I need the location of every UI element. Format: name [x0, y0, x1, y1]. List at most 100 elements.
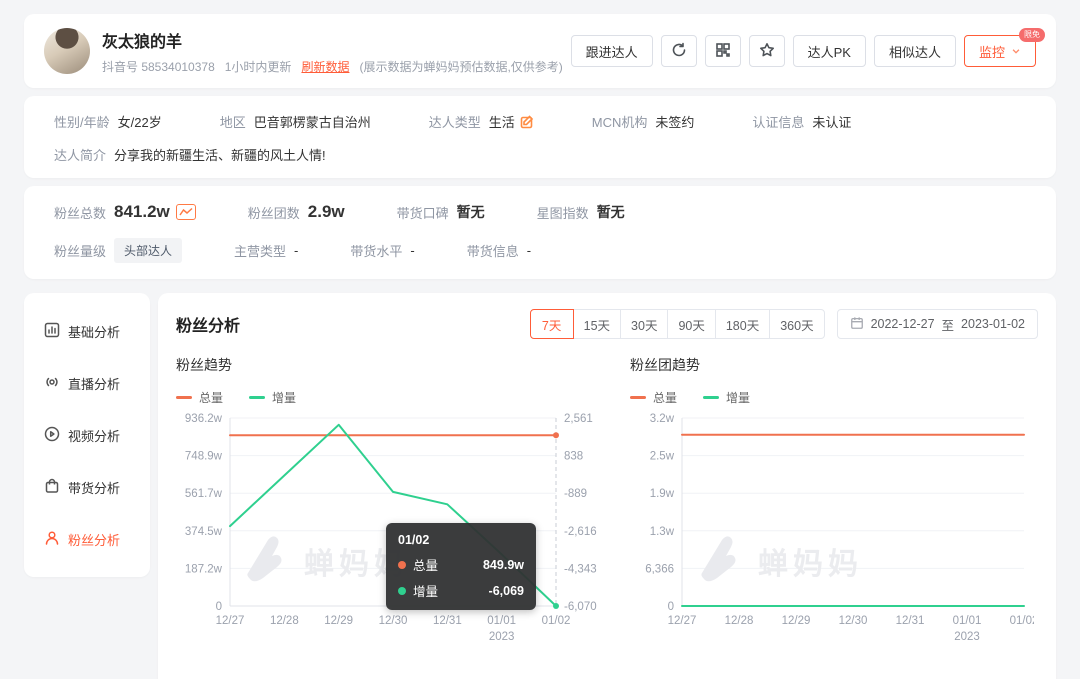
monitor-label: 监控 [978, 44, 1005, 60]
tooltip-row-total: 总量 849.9w [398, 555, 524, 574]
svg-text:0: 0 [668, 601, 674, 613]
stat-commerce-level: 带货水平 - [350, 241, 414, 260]
field-verification: 认证信息 未认证 [752, 112, 851, 131]
refresh-button[interactable] [660, 35, 697, 67]
svg-text:374.5w: 374.5w [185, 526, 223, 538]
legend-total[interactable]: 总量 [176, 389, 223, 406]
refresh-data-link[interactable]: 刷新数据 [301, 58, 349, 75]
creator-pk-button[interactable]: 达人PK [792, 35, 866, 67]
calendar-icon [850, 316, 864, 333]
svg-text:2,561: 2,561 [564, 413, 593, 425]
tooltip-row-delta: 增量 -6,069 [398, 581, 524, 600]
monitor-dropdown-button[interactable]: 监控 限免 [963, 28, 1045, 67]
tab-7-days[interactable]: 7天 [529, 309, 574, 339]
svg-text:01/02: 01/02 [542, 615, 571, 627]
sidebar-item-commerce-analysis[interactable]: 带货分析 [24, 461, 150, 513]
svg-text:12/29: 12/29 [324, 615, 353, 627]
fans-trend-chart: 粉丝趋势 总量 增量 蝉妈妈 936.2w 2,561 748.9w 838 561.7… [176, 355, 606, 644]
edit-icon[interactable] [520, 114, 534, 129]
monitor-badge: 限免 [1019, 28, 1045, 42]
follow-creator-button[interactable]: 跟进达人 [570, 35, 653, 67]
stat-value: 暂无 [456, 204, 485, 220]
fan-club-trend-chart: 粉丝团趋势 总量 增量 蝉妈妈 3.2w 2.5w 1.9w 1.3w 6,366 0 12… [630, 355, 1034, 644]
stat-label: 带货水平 [350, 244, 403, 259]
svg-text:12/30: 12/30 [839, 615, 868, 627]
stat-label: 主营类型 [234, 244, 287, 259]
sidebar-item-label: 视频分析 [68, 428, 121, 444]
stat-main-category: 主营类型 - [234, 241, 298, 260]
field-label: 地区 [219, 115, 246, 130]
douyin-account-id: 抖音号 58534010378 [102, 59, 215, 74]
star-icon [759, 42, 775, 61]
chart-tooltip: 01/02 总量 849.9w 增量 -6,069 [386, 523, 536, 610]
delta-dot-icon [398, 586, 406, 595]
stat-label: 带货口碑 [396, 205, 449, 221]
tooltip-series-value: -6,069 [488, 583, 524, 598]
update-time: 1小时内更新 [224, 59, 292, 74]
svg-text:1.3w: 1.3w [650, 526, 675, 538]
svg-text:2023: 2023 [954, 631, 980, 643]
refresh-icon [671, 42, 687, 61]
live-stream-icon [44, 374, 60, 393]
svg-text:1.9w: 1.9w [650, 488, 675, 500]
tab-15-days[interactable]: 15天 [572, 309, 622, 339]
qr-code-button[interactable] [704, 35, 741, 67]
svg-text:838: 838 [564, 451, 583, 463]
svg-text:2.5w: 2.5w [650, 451, 675, 463]
legend-total[interactable]: 总量 [630, 389, 677, 406]
svg-text:3.2w: 3.2w [650, 413, 675, 425]
stat-fan-club: 粉丝团数 2.9w [248, 202, 345, 222]
sidebar-item-fans-analysis[interactable]: 粉丝分析 [24, 513, 150, 565]
svg-text:12/27: 12/27 [216, 615, 245, 627]
field-gender-age: 性别/年龄 女/22岁 [54, 112, 162, 131]
tab-360-days[interactable]: 360天 [769, 309, 825, 339]
chart-title: 粉丝趋势 [176, 357, 232, 373]
sidebar-item-video-analysis[interactable]: 视频分析 [24, 409, 150, 461]
svg-text:12/29: 12/29 [782, 615, 811, 627]
shopping-bag-icon [44, 478, 60, 497]
svg-text:12/31: 12/31 [433, 615, 462, 627]
creator-name: 灰太狼的羊 [102, 33, 183, 51]
svg-text:-889: -889 [564, 488, 587, 500]
date-range-tabs: 7天 15天 30天 90天 180天 360天 [529, 309, 825, 339]
chart-title: 粉丝团趋势 [630, 357, 700, 373]
field-value: 未签约 [655, 115, 695, 130]
delta-legend-swatch [249, 396, 266, 399]
favorite-button[interactable] [748, 35, 785, 67]
bar-chart-icon [44, 322, 60, 341]
svg-text:01/02: 01/02 [1010, 615, 1034, 627]
delta-hover-dot [553, 603, 559, 609]
fan-club-trend-chart-svg: 3.2w 2.5w 1.9w 1.3w 6,366 0 12/27 12/28 12/29 12/… [645, 413, 1034, 643]
stat-label: 带货信息 [466, 244, 519, 259]
sidebar-item-label: 带货分析 [68, 480, 121, 496]
stat-value: - [410, 243, 415, 258]
svg-text:0: 0 [216, 601, 222, 613]
sidebar-item-basic-analysis[interactable]: 基础分析 [24, 305, 150, 357]
tab-90-days[interactable]: 90天 [667, 309, 716, 339]
stat-value: - [526, 243, 532, 258]
svg-text:936.2w: 936.2w [185, 413, 223, 425]
creator-info: 灰太狼的羊 抖音号 58534010378 1小时内更新 刷新数据 (展示数据为… [102, 28, 563, 75]
data-disclaimer: (展示数据为蝉妈妈预估数据,仅供参考) [359, 59, 563, 74]
legend-delta[interactable]: 增量 [703, 389, 750, 406]
svg-text:01/01: 01/01 [953, 615, 982, 627]
date-range-picker[interactable]: 2022-12-27 至 2023-01-02 [836, 309, 1038, 339]
avatar [44, 28, 90, 74]
fans-trend-icon[interactable] [175, 204, 196, 220]
svg-text:01/01: 01/01 [487, 615, 516, 627]
tooltip-series-value: 849.9w [482, 557, 524, 572]
fans-analysis-panel: 粉丝分析 7天 15天 30天 90天 180天 360天 2022-12-27… [158, 293, 1056, 679]
date-separator: 至 [941, 318, 955, 333]
tooltip-date: 01/02 [398, 533, 430, 547]
tab-30-days[interactable]: 30天 [620, 309, 669, 339]
stat-commerce-reputation: 带货口碑 暂无 [397, 202, 485, 222]
svg-text:12/27: 12/27 [668, 615, 697, 627]
tooltip-series-name: 增量 [413, 585, 439, 599]
field-label: MCN机构 [591, 115, 648, 130]
similar-creators-button[interactable]: 相似达人 [873, 35, 956, 67]
sidebar-item-live-analysis[interactable]: 直播分析 [24, 357, 150, 409]
stat-label: 星图指数 [536, 205, 589, 221]
tab-180-days[interactable]: 180天 [714, 309, 771, 339]
total-dot-icon [398, 560, 406, 569]
legend-delta[interactable]: 增量 [249, 389, 296, 406]
